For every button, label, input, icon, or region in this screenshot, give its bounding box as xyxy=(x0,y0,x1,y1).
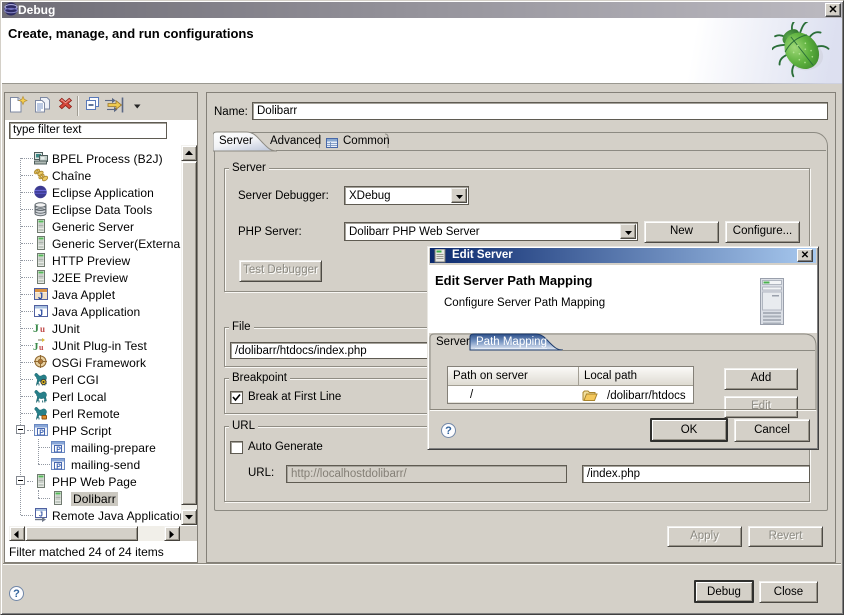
svg-text:u: u xyxy=(40,324,45,334)
svg-text:P: P xyxy=(56,446,61,453)
svg-text:P: P xyxy=(56,463,61,470)
svg-text:J: J xyxy=(38,308,43,318)
svg-text:J: J xyxy=(38,291,43,301)
svg-text:J: J xyxy=(33,321,39,335)
svg-text:u: u xyxy=(39,343,44,352)
svg-text:P: P xyxy=(39,429,44,436)
